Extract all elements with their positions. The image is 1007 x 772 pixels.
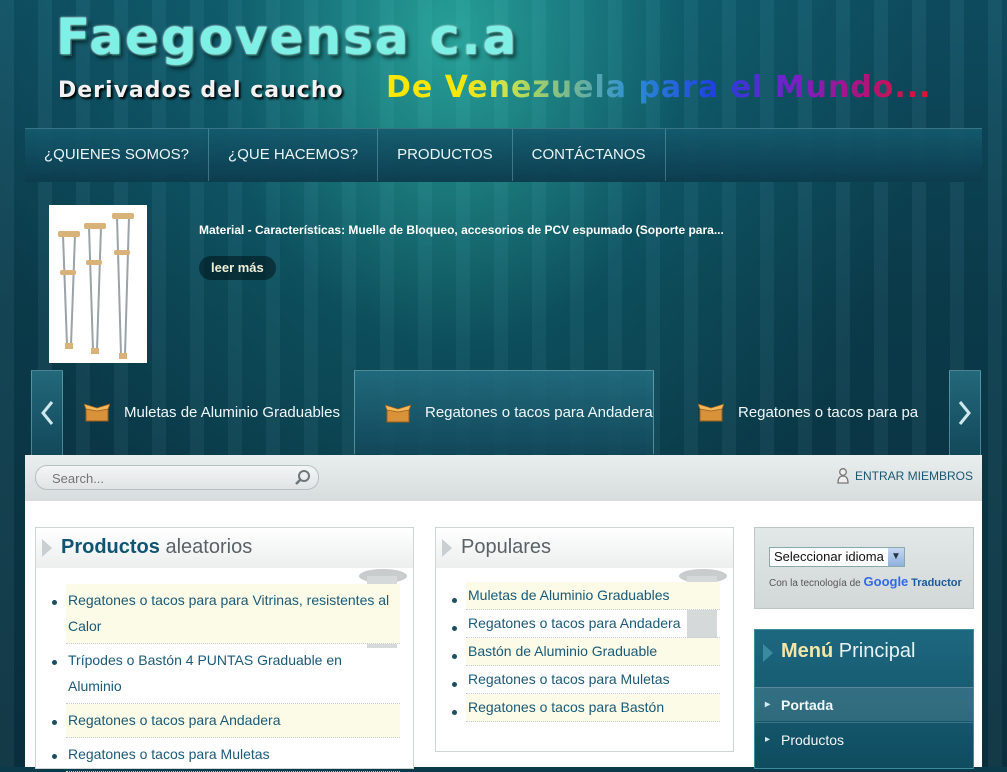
product-link[interactable]: Regatones o tacos para Andadera	[68, 712, 281, 728]
chevron-right-icon	[763, 644, 773, 662]
powered-by: Con la tecnología de Google Traductor	[769, 574, 962, 589]
product-link[interactable]: Trípodes o Bastón 4 PUNTAS Graduable en …	[68, 652, 342, 694]
featured-product-image[interactable]	[49, 205, 147, 363]
user-icon	[837, 468, 849, 484]
module-header: Productos aleatorios	[36, 528, 413, 568]
box-icon	[384, 403, 412, 423]
chevron-left-icon	[41, 401, 54, 425]
slider-item[interactable]: Regatones o tacos para pa	[697, 370, 919, 454]
list-item: Regatones o tacos para Bastón	[452, 694, 720, 722]
slider-item-active[interactable]: Regatones o tacos para Andadera	[354, 370, 654, 454]
nav-item-contactanos[interactable]: CONTÁCTANOS	[513, 129, 666, 181]
box-icon	[697, 402, 725, 422]
product-link[interactable]: Regatones o tacos para Muletas	[468, 671, 670, 687]
product-link[interactable]: Bastón de Aluminio Graduable	[468, 643, 657, 659]
menu-title: Menú Principal	[781, 640, 916, 662]
list-item: Trípodes o Bastón 4 PUNTAS Graduable en …	[52, 644, 400, 704]
product-link[interactable]: Muletas de Aluminio Graduables	[468, 587, 670, 603]
translate-widget: Seleccionar idioma ▼ Con la tecnología d…	[754, 527, 974, 609]
random-products-list: Regatones o tacos para para Vitrinas, re…	[52, 584, 400, 772]
product-slider: Muletas de Aluminio Graduables Regatones…	[31, 370, 981, 456]
product-link[interactable]: Regatones o tacos para Bastón	[468, 699, 664, 715]
main-nav: ¿QUIENES SOMOS? ¿QUE HACEMOS? PRODUCTOS …	[25, 128, 982, 182]
product-link[interactable]: Regatones o tacos para Muletas	[68, 746, 270, 762]
google-logo[interactable]: Google	[864, 574, 909, 589]
toolbar: ENTRAR MIEMBROS	[25, 455, 982, 501]
chevron-right-icon	[442, 539, 452, 557]
featured-description: Material - Características: Muelle de Bl…	[199, 223, 724, 237]
slider-track: Muletas de Aluminio Graduables Regatones…	[62, 370, 948, 454]
members-login-link[interactable]: ENTRAR MIEMBROS	[837, 468, 973, 484]
module-title: Productos aleatorios	[61, 536, 253, 558]
menu-item-portada[interactable]: Portada	[755, 687, 973, 722]
slider-item-label: Regatones o tacos para Andadera	[425, 404, 653, 421]
list-item: Muletas de Aluminio Graduables	[452, 582, 720, 610]
search-icon[interactable]	[294, 469, 312, 487]
chevron-down-icon: ▼	[888, 548, 904, 566]
nav-item-productos[interactable]: PRODUCTOS	[378, 129, 513, 181]
search-box	[35, 465, 319, 490]
slider-item-label: Muletas de Aluminio Graduables	[124, 403, 340, 421]
popular-list: Muletas de Aluminio Graduables Regatones…	[452, 582, 720, 722]
list-item: Regatones o tacos para Andadera	[52, 704, 400, 738]
module-header: Populares	[436, 528, 733, 568]
slider-next-button[interactable]	[949, 370, 981, 456]
menu-item-productos[interactable]: Productos	[755, 722, 973, 757]
random-products-module: Productos aleatorios Regatones o tacos p…	[35, 527, 414, 772]
box-icon	[83, 402, 111, 422]
list-item: Regatones o tacos para para Vitrinas, re…	[52, 584, 400, 644]
nav-item-que-hacemos[interactable]: ¿QUE HACEMOS?	[209, 129, 379, 181]
main-menu: Menú Principal Portada Productos	[754, 629, 974, 769]
list-item: Bastón de Aluminio Graduable	[452, 638, 720, 666]
product-link[interactable]: Regatones o tacos para para Vitrinas, re…	[68, 592, 389, 634]
tagline: Derivados del caucho	[58, 78, 344, 103]
nav-item-quienes-somos[interactable]: ¿QUIENES SOMOS?	[25, 129, 210, 181]
popular-module: Populares Muletas de Aluminio Graduables…	[435, 527, 734, 752]
list-item: Regatones o tacos para Andadera	[452, 610, 720, 638]
content-area: ENTRAR MIEMBROS Productos aleatorios Reg…	[25, 455, 982, 772]
site-title[interactable]: Faegovensa c.a	[56, 8, 518, 66]
list-item: Regatones o tacos para Muletas	[452, 666, 720, 694]
product-link[interactable]: Regatones o tacos para Andadera	[468, 615, 681, 631]
slogan: De Venezuela para el Mundo...	[386, 70, 932, 105]
read-more-link[interactable]: leer más	[199, 256, 276, 280]
slider-item-label: Regatones o tacos para pa	[738, 403, 919, 421]
crutches-image	[58, 213, 134, 359]
chevron-right-icon	[958, 401, 971, 425]
slider-item[interactable]: Muletas de Aluminio Graduables	[83, 370, 340, 454]
translator-link[interactable]: Traductor	[911, 577, 962, 589]
module-title: Populares	[461, 536, 552, 558]
chevron-right-icon	[42, 539, 52, 557]
search-input[interactable]	[50, 469, 284, 487]
language-select[interactable]: Seleccionar idioma ▼	[769, 547, 905, 567]
members-login-label: ENTRAR MIEMBROS	[855, 469, 974, 483]
slider-prev-button[interactable]	[31, 370, 63, 456]
